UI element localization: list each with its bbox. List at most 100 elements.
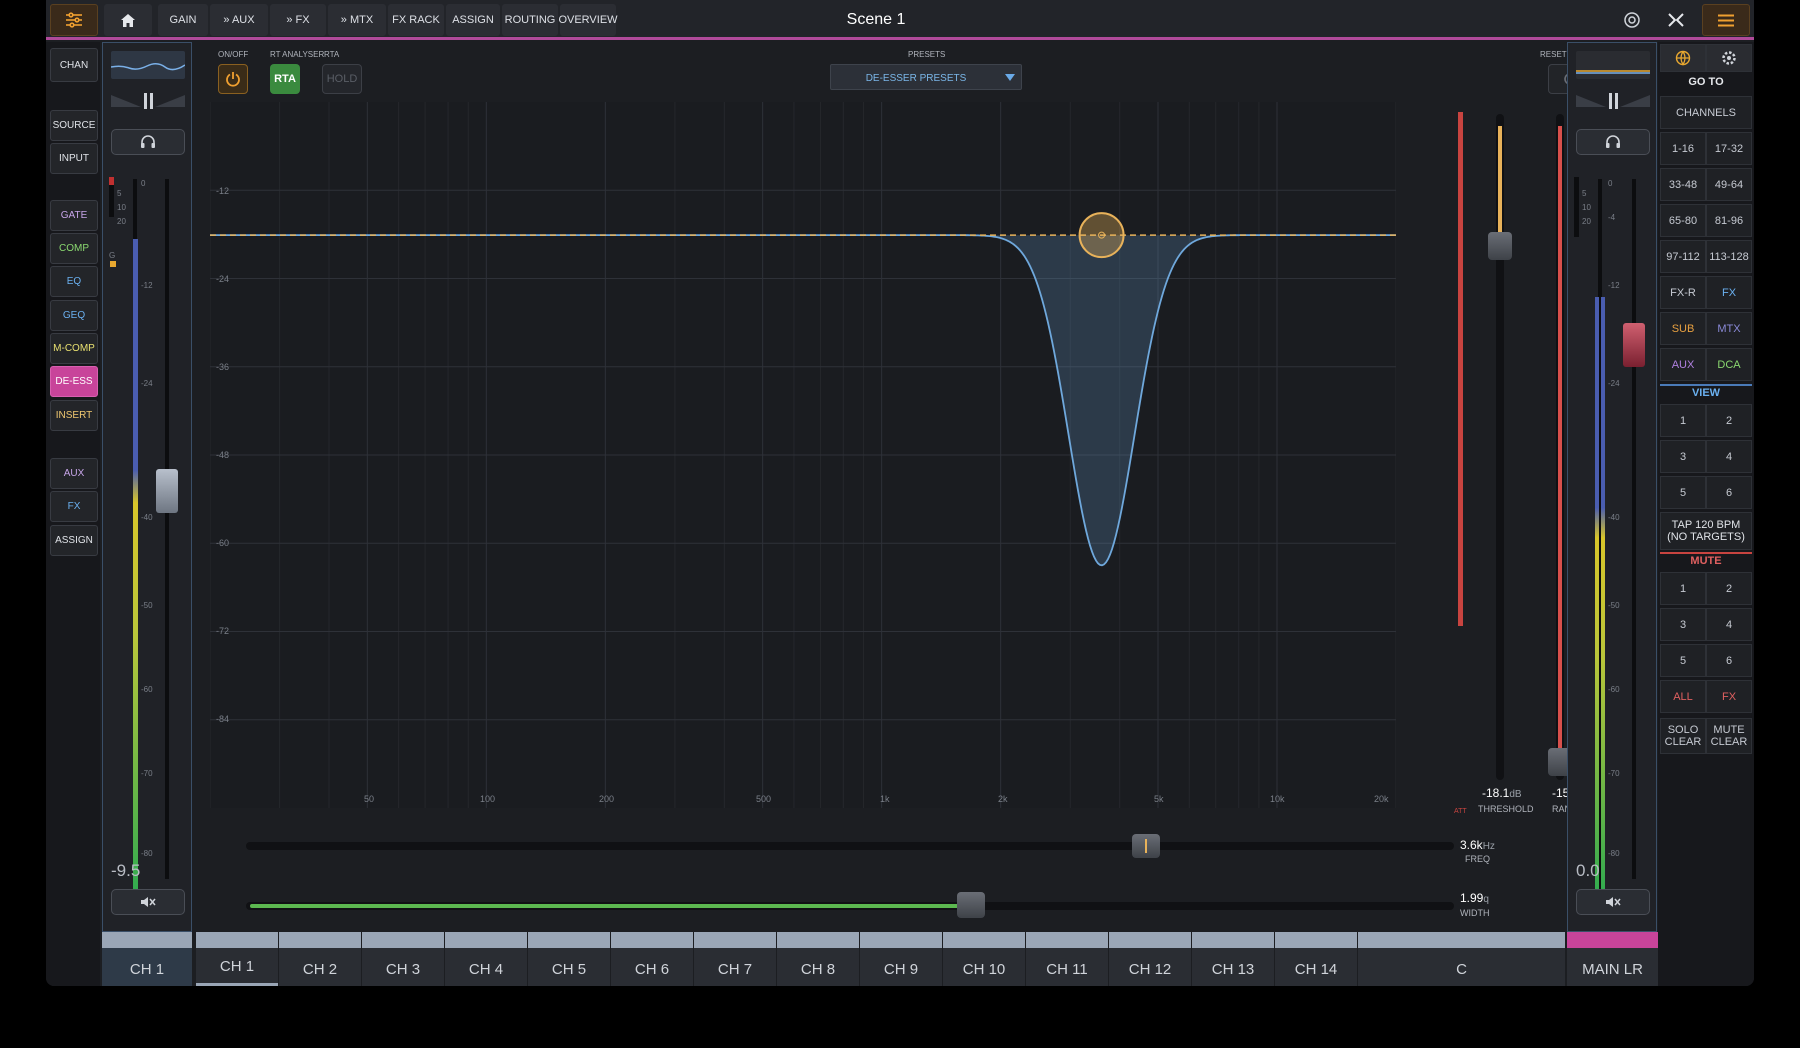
range-49-64[interactable]: 49-64 — [1706, 168, 1752, 201]
channel-tab[interactable]: CH 14 — [1275, 932, 1357, 986]
fader-knob[interactable] — [1623, 323, 1645, 367]
view-6[interactable]: 6 — [1706, 476, 1752, 509]
mtx-button[interactable]: » MTX — [328, 4, 386, 36]
insert-button[interactable]: INSERT — [50, 400, 98, 431]
threshold-knob[interactable] — [1488, 232, 1512, 260]
mute-group-3[interactable]: 3 — [1660, 608, 1706, 641]
comp-button[interactable]: COMP — [50, 233, 98, 264]
gain-button[interactable]: GAIN — [158, 4, 208, 36]
mute-group-4[interactable]: 4 — [1706, 608, 1752, 641]
view-1[interactable]: 1 — [1660, 404, 1706, 437]
channel-tab[interactable]: CH 8 — [777, 932, 859, 986]
presets-select-value: DE-ESSER PRESETS — [865, 72, 967, 84]
home-icon[interactable] — [104, 4, 152, 36]
view-4[interactable]: 4 — [1706, 440, 1752, 473]
channel-tab[interactable]: CH 11 — [1026, 932, 1108, 986]
dca-button[interactable]: DCA — [1706, 348, 1752, 381]
channel-tab[interactable]: CH 9 — [860, 932, 942, 986]
power-icon[interactable] — [218, 64, 248, 94]
m-comp-button[interactable]: M-COMP — [50, 333, 98, 364]
view-5[interactable]: 5 — [1660, 476, 1706, 509]
mute-all-button[interactable]: ALL — [1660, 680, 1706, 713]
headphones-icon[interactable] — [1576, 129, 1650, 155]
eq-button[interactable]: EQ — [50, 266, 98, 297]
aux-button[interactable]: » AUX — [210, 4, 268, 36]
presets-select[interactable]: DE-ESSER PRESETS — [830, 64, 1022, 90]
mute-group-5[interactable]: 5 — [1660, 644, 1706, 677]
response-curve-svg[interactable] — [209, 102, 1397, 808]
tap-tempo-button[interactable]: TAP 120 BPM (NO TARGETS) — [1660, 512, 1752, 550]
fx-rack-button[interactable]: FX RACK — [388, 4, 444, 36]
range-113-128[interactable]: 113-128 — [1706, 240, 1752, 273]
geq-button[interactable]: GEQ — [50, 300, 98, 331]
mtx-goto-button[interactable]: MTX — [1706, 312, 1752, 345]
range-17-32[interactable]: 17-32 — [1706, 132, 1752, 165]
mute-fx-button[interactable]: FX — [1706, 680, 1752, 713]
aux-send-button[interactable]: AUX — [50, 458, 98, 489]
channel-tab[interactable]: CH 10 — [943, 932, 1025, 986]
mute-icon[interactable] — [111, 889, 185, 915]
sub-button[interactable]: SUB — [1660, 312, 1706, 345]
gate-button[interactable]: GATE — [50, 200, 98, 231]
source-button[interactable]: SOURCE — [50, 110, 98, 141]
input-button[interactable]: INPUT — [50, 143, 98, 174]
channel-tab[interactable]: CH 5 — [528, 932, 610, 986]
assign-button[interactable]: ASSIGN — [446, 4, 500, 36]
pause-icon[interactable] — [1576, 91, 1650, 111]
channel-tab[interactable]: CH 2 — [279, 932, 361, 986]
mute-group-1[interactable]: 1 — [1660, 572, 1706, 605]
fader-track[interactable] — [1632, 179, 1636, 879]
range-33-48[interactable]: 33-48 — [1660, 168, 1706, 201]
fx-send-button[interactable]: FX — [50, 491, 98, 522]
overview-button[interactable]: OVERVIEW — [558, 4, 618, 36]
channel-tab[interactable]: CH 13 — [1192, 932, 1274, 986]
channels-button[interactable]: CHANNELS — [1660, 96, 1752, 129]
channel-tab[interactable]: CH 7 — [694, 932, 776, 986]
view-2[interactable]: 2 — [1706, 404, 1752, 437]
aux-goto-button[interactable]: AUX — [1660, 348, 1706, 381]
mute-icon[interactable] — [1576, 889, 1650, 915]
range-1-16[interactable]: 1-16 — [1660, 132, 1706, 165]
channel-tab[interactable]: CH 3 — [362, 932, 444, 986]
routing-button[interactable]: ROUTING — [502, 4, 558, 36]
channel-tab[interactable]: C — [1358, 932, 1565, 986]
channel-tab[interactable]: CH 1 — [196, 932, 278, 986]
chan-button[interactable]: CHAN — [50, 48, 98, 82]
hold-button[interactable]: HOLD — [322, 64, 362, 94]
channel-tab[interactable]: CH 6 — [611, 932, 693, 986]
frequency-response-graph[interactable]: -12 -24 -36 -48 -60 -72 -84 50 100 200 5… — [209, 102, 1397, 808]
fader-track[interactable] — [165, 179, 169, 879]
fx-goto-button[interactable]: FX — [1706, 276, 1752, 309]
pause-icon[interactable] — [111, 91, 185, 111]
freq-knob[interactable] — [1132, 834, 1160, 858]
gear-icon[interactable] — [1706, 44, 1752, 72]
fx-return-button[interactable]: FX-R — [1660, 276, 1706, 309]
mixer-settings-icon[interactable] — [50, 4, 98, 36]
main-lr-tab[interactable]: MAIN LR — [1567, 932, 1658, 986]
view-3[interactable]: 3 — [1660, 440, 1706, 473]
fx-button[interactable]: » FX — [270, 4, 326, 36]
range-97-112[interactable]: 97-112 — [1660, 240, 1706, 273]
collapse-icon[interactable] — [1656, 4, 1696, 36]
headphones-icon[interactable] — [111, 129, 185, 155]
selected-channel-tab[interactable]: CH 1 — [102, 932, 192, 986]
scene-title[interactable]: Scene 1 — [646, 0, 1106, 40]
fader-knob[interactable] — [156, 469, 178, 513]
range-81-96[interactable]: 81-96 — [1706, 204, 1752, 237]
mute-group-2[interactable]: 2 — [1706, 572, 1752, 605]
channel-tab[interactable]: CH 12 — [1109, 932, 1191, 986]
width-knob[interactable] — [956, 892, 985, 918]
menu-icon[interactable] — [1702, 4, 1750, 36]
mute-group-6[interactable]: 6 — [1706, 644, 1752, 677]
freq-slider-track[interactable] — [246, 842, 1454, 850]
range-65-80[interactable]: 65-80 — [1660, 204, 1706, 237]
de-ess-button[interactable]: DE-ESS — [50, 366, 98, 397]
width-slider-track[interactable] — [246, 902, 1454, 910]
solo-clear-button[interactable]: SOLO CLEAR — [1660, 718, 1706, 754]
globe-icon[interactable] — [1660, 44, 1706, 72]
channel-tab[interactable]: CH 4 — [445, 932, 527, 986]
rta-button[interactable]: RTA — [270, 64, 300, 94]
mute-clear-button[interactable]: MUTE CLEAR — [1706, 718, 1752, 754]
target-icon[interactable] — [1612, 4, 1652, 36]
assign-nav-button[interactable]: ASSIGN — [50, 525, 98, 556]
